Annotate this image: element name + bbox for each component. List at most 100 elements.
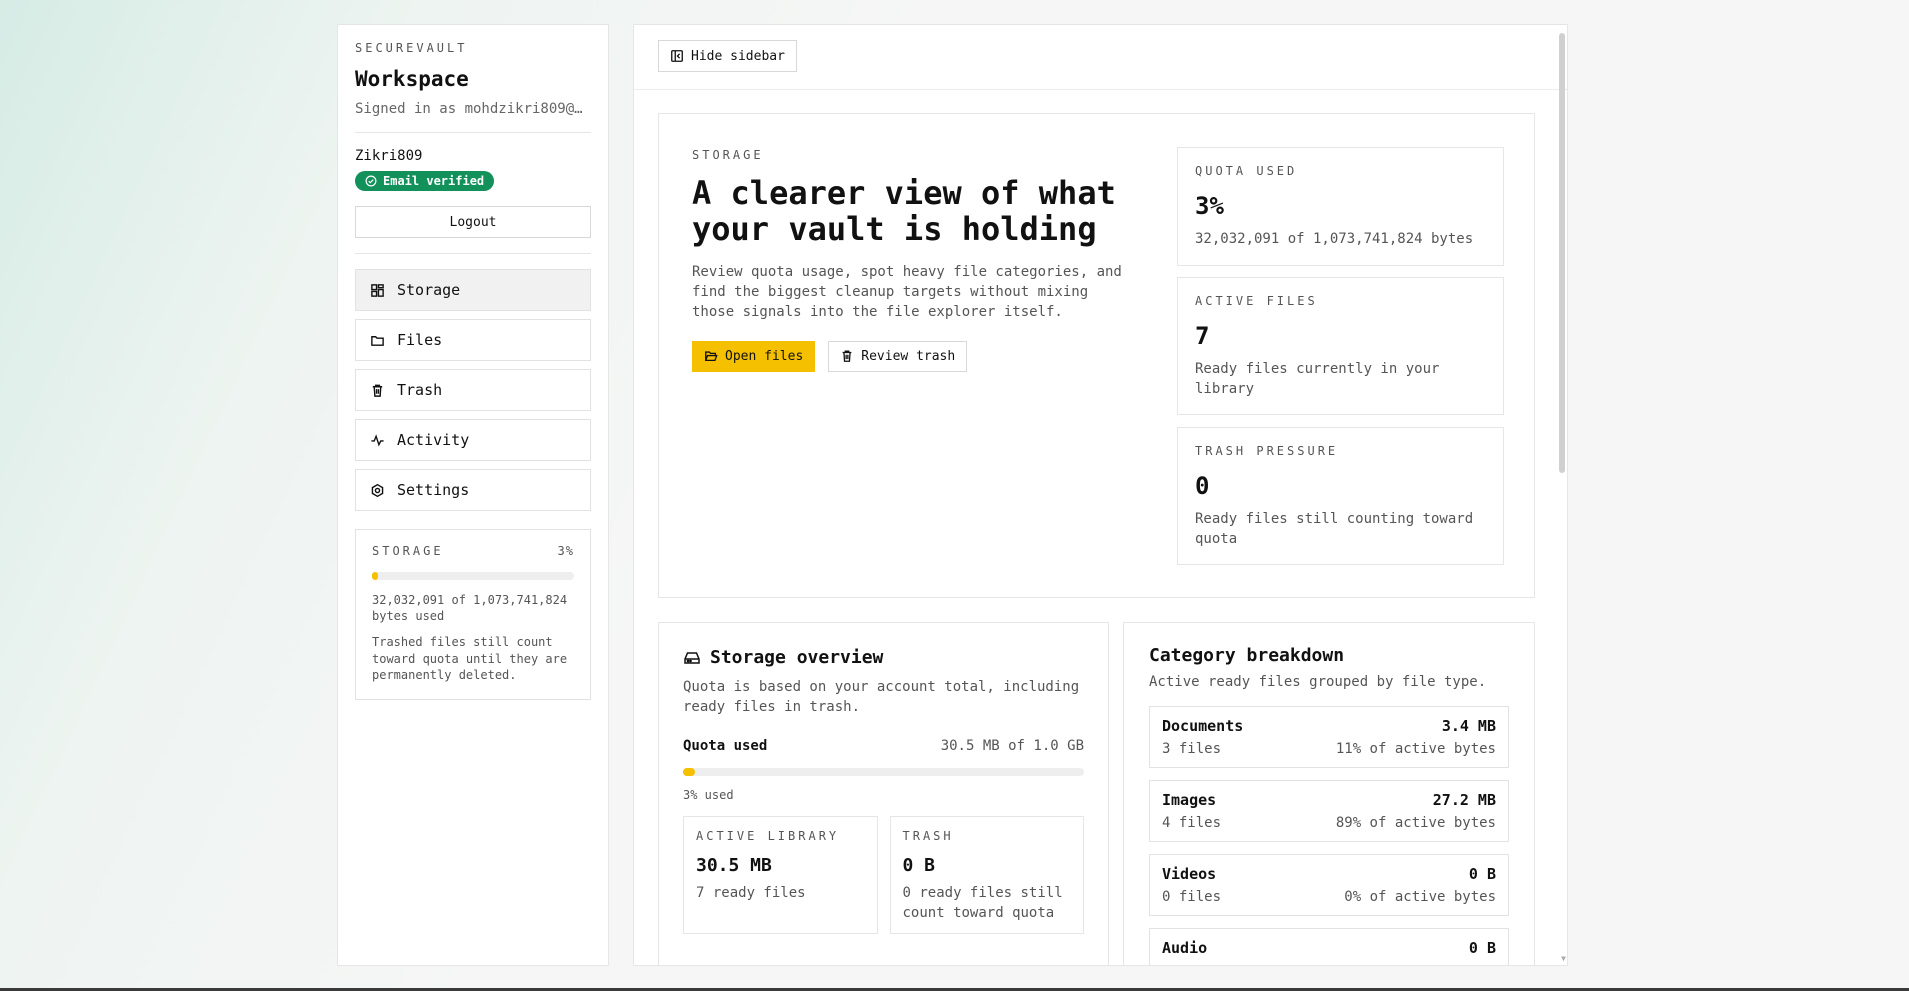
category-share: 89% of active bytes <box>1335 815 1496 831</box>
category-item-videos: Videos 0 B 0 files 0% of active bytes <box>1149 854 1509 916</box>
hard-drive-icon <box>684 651 700 664</box>
sidebar-item-label: Files <box>397 331 443 349</box>
open-files-button[interactable]: Open files <box>692 340 816 372</box>
overview-title: Storage overview <box>710 647 884 668</box>
hide-sidebar-button[interactable]: Hide sidebar <box>658 40 797 72</box>
sidebar-item-trash[interactable]: Trash <box>355 369 591 411</box>
category-item-audio: Audio 0 B <box>1149 928 1509 965</box>
open-files-label: Open files <box>725 348 804 364</box>
category-size: 27.2 MB <box>1432 791 1496 809</box>
category-title: Category breakdown <box>1149 645 1345 666</box>
signed-in-text: Signed in as mohdzikri809@gmail.com <box>355 101 591 117</box>
divider <box>355 253 591 254</box>
category-share: 11% of active bytes <box>1335 741 1496 757</box>
stat-description: 32,032,091 of 1,073,741,824 bytes <box>1195 231 1474 247</box>
category-count: 0 files <box>1162 889 1222 905</box>
quota-progress-fill <box>683 767 696 776</box>
sidebar: SECUREVAULT Workspace Signed in as mohdz… <box>337 24 609 966</box>
sidebar-item-settings[interactable]: Settings <box>355 469 591 511</box>
category-description: Active ready files grouped by file type. <box>1149 674 1487 690</box>
brand-label: SECUREVAULT <box>355 41 468 55</box>
username: Zikri809 <box>355 148 423 164</box>
active-library-value: 30.5 MB <box>696 854 772 876</box>
hero-description: Review quota usage, spot heavy file cate… <box>692 263 1122 321</box>
category-name: Images <box>1162 791 1217 809</box>
divider <box>355 132 591 133</box>
category-count: 4 files <box>1162 815 1222 831</box>
stat-value: 7 <box>1195 322 1210 350</box>
folder-open-icon <box>704 351 718 362</box>
check-circle-icon <box>365 175 377 187</box>
settings-icon <box>371 483 384 497</box>
sidebar-item-label: Settings <box>397 481 470 499</box>
sidebar-item-files[interactable]: Files <box>355 319 591 361</box>
email-verified-badge: Email verified <box>355 171 495 191</box>
category-name: Documents <box>1162 717 1244 735</box>
main-panel: ▼ Hide sidebar STORAGE A clearer view of… <box>633 24 1568 966</box>
hero-title: A clearer view of what your vault is hol… <box>692 174 1116 248</box>
category-name: Audio <box>1162 939 1208 957</box>
folder-icon <box>371 335 384 346</box>
active-library-card: ACTIVE LIBRARY 30.5 MB 7 ready files <box>683 815 878 934</box>
category-item-images: Images 27.2 MB 4 files 89% of active byt… <box>1149 780 1509 842</box>
review-trash-button[interactable]: Review trash <box>828 340 968 372</box>
category-size: 3.4 MB <box>1441 717 1496 735</box>
category-name: Videos <box>1162 865 1217 883</box>
trash-desc: 0 ready files still count toward quota <box>902 884 1063 921</box>
stat-label: TRASH PRESSURE <box>1195 444 1339 458</box>
category-size: 0 B <box>1468 939 1496 957</box>
storage-bytes-text: 32,032,091 of 1,073,741,824 bytes used <box>372 593 568 624</box>
workspace-title: Workspace <box>355 67 469 91</box>
trash-card: TRASH 0 B 0 ready files still count towa… <box>889 815 1084 934</box>
storage-progress-fill <box>372 572 379 580</box>
hide-sidebar-label: Hide sidebar <box>691 48 785 64</box>
hero-eyebrow: STORAGE <box>692 148 764 162</box>
trash-label: TRASH <box>902 828 954 843</box>
category-count: 3 files <box>1162 741 1222 757</box>
scroll-down-arrow[interactable]: ▼ <box>1561 954 1566 963</box>
category-item-documents: Documents 3.4 MB 3 files 11% of active b… <box>1149 706 1509 768</box>
category-share: 0% of active bytes <box>1344 889 1496 905</box>
quota-label: Quota used <box>683 737 768 754</box>
sidebar-item-label: Activity <box>397 431 470 449</box>
sidebar-collapse-icon <box>671 50 683 62</box>
storage-percent: 3% <box>557 544 574 558</box>
stat-trash-pressure: TRASH PRESSURE 0 Ready files still count… <box>1177 427 1504 565</box>
stat-value: 0 <box>1195 472 1210 500</box>
grid-icon <box>371 283 384 297</box>
sidebar-storage-card: STORAGE 3% 32,032,091 of 1,073,741,824 b… <box>355 529 591 700</box>
activity-icon <box>371 433 384 447</box>
active-library-desc: 7 ready files <box>696 884 806 901</box>
storage-hero: STORAGE A clearer view of what your vaul… <box>658 113 1535 598</box>
sidebar-item-storage[interactable]: Storage <box>355 269 591 311</box>
sidebar-item-activity[interactable]: Activity <box>355 419 591 461</box>
category-size: 0 B <box>1468 865 1496 883</box>
storage-overview-card: Storage overview Quota is based on your … <box>658 622 1109 965</box>
overview-description: Quota is based on your account total, in… <box>683 679 1080 715</box>
topbar: Hide sidebar <box>634 25 1567 90</box>
stat-description: Ready files currently in your library <box>1195 361 1440 397</box>
review-trash-label: Review trash <box>861 348 956 364</box>
storage-label: STORAGE <box>372 544 444 558</box>
sidebar-item-label: Storage <box>397 281 461 299</box>
quota-used-text: 3% used <box>683 787 734 802</box>
trash-icon <box>842 350 852 362</box>
quota-progress-bar <box>683 767 1084 776</box>
trash-icon <box>372 384 383 397</box>
trash-value: 0 B <box>902 854 936 876</box>
stat-label: QUOTA USED <box>1195 164 1298 178</box>
stat-value: 3% <box>1195 192 1224 220</box>
badge-label: Email verified <box>383 174 485 188</box>
category-breakdown-card: Category breakdown Active ready files gr… <box>1123 622 1535 965</box>
logout-button[interactable]: Logout <box>355 206 591 238</box>
storage-note: Trashed files still count toward quota u… <box>372 635 568 682</box>
stat-description: Ready files still counting toward quota <box>1195 511 1474 547</box>
active-library-label: ACTIVE LIBRARY <box>696 828 840 843</box>
sidebar-item-label: Trash <box>397 381 443 399</box>
storage-progress-bar <box>372 572 574 580</box>
stat-active-files: ACTIVE FILES 7 Ready files currently in … <box>1177 277 1504 415</box>
quota-value: 30.5 MB of 1.0 GB <box>940 737 1084 754</box>
stat-quota-used: QUOTA USED 3% 32,032,091 of 1,073,741,82… <box>1177 147 1504 266</box>
category-list: Documents 3.4 MB 3 files 11% of active b… <box>1149 706 1509 965</box>
scrollbar[interactable] <box>1559 33 1565 473</box>
